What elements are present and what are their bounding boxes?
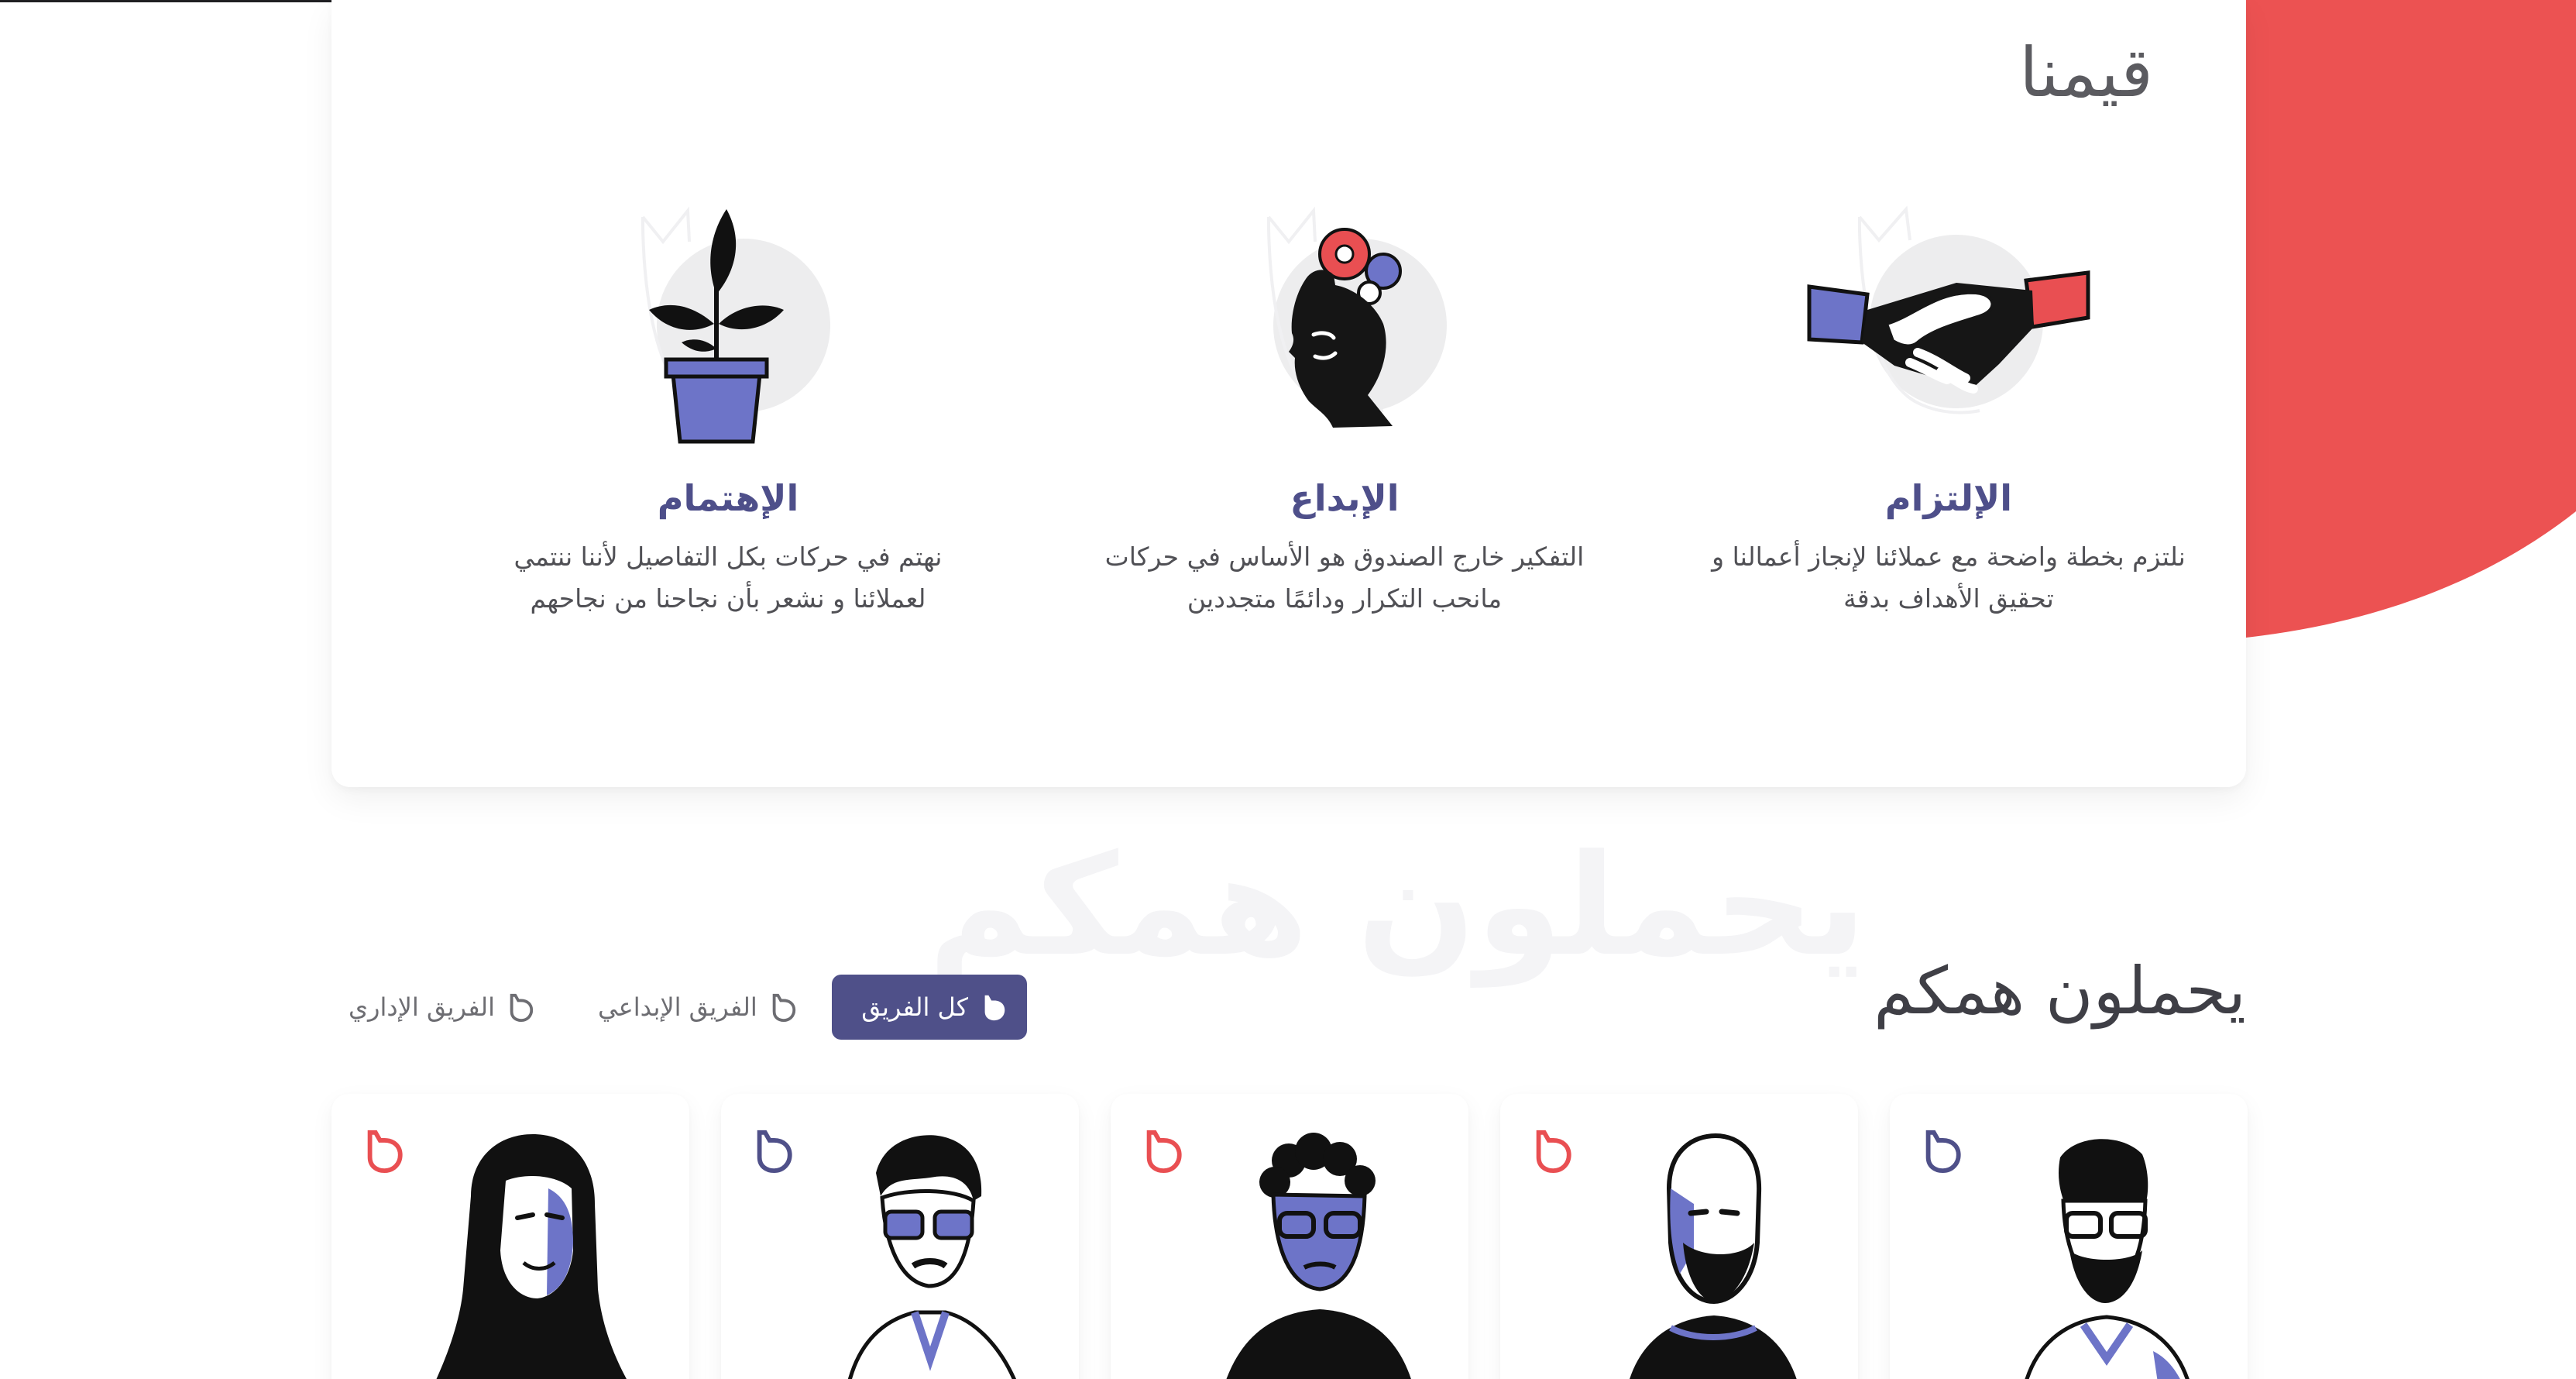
value-description-line: لعملائنا و نشعر بأن نجاحنا من نجاحهم xyxy=(530,583,926,614)
man-glasses-beard-portrait xyxy=(2025,1139,2190,1379)
filter-label: الفريق الإبداعي xyxy=(598,992,757,1022)
value-heading-care: الإهتمام xyxy=(657,477,799,519)
values-title: قيمنا xyxy=(2019,33,2153,112)
woman-hijab-portrait xyxy=(436,1134,627,1379)
about-page: قيمنا الإلتزام نلتزم بخطة واضحة مع عملائ… xyxy=(0,0,2576,1379)
filter-creative-team[interactable]: الفريق الإبداعي xyxy=(598,975,799,1040)
brand-mark-icon xyxy=(367,1130,403,1174)
team-member-card[interactable] xyxy=(1111,1094,1468,1379)
team-member-card[interactable] xyxy=(1890,1094,2248,1379)
filter-all-team[interactable]: كل الفريق xyxy=(832,975,1027,1040)
brand-mark-icon xyxy=(1536,1130,1571,1174)
filter-admin-team[interactable]: الفريق الإداري xyxy=(349,975,550,1040)
plant-pot-icon xyxy=(581,194,875,457)
values-card: قيمنا الإلتزام نلتزم بخطة واضحة مع عملائ… xyxy=(331,0,2246,787)
team-member-card[interactable] xyxy=(721,1094,1079,1379)
filter-label: الفريق الإداري xyxy=(349,992,496,1022)
brand-mark-icon xyxy=(757,1130,792,1174)
value-heading-commitment: الإلتزام xyxy=(1884,477,2013,519)
value-description-care: نهتم في حركات بكل التفاصيل لأننا ننتمي ل… xyxy=(449,536,1007,620)
brand-mark-icon xyxy=(1146,1130,1182,1174)
team-title-watermark: يحملون همكم xyxy=(928,825,1867,987)
team-member-card[interactable] xyxy=(331,1094,689,1379)
creative-head-icon xyxy=(1197,194,1492,457)
brand-mark-icon xyxy=(510,993,534,1022)
filter-label: كل الفريق xyxy=(861,992,968,1022)
value-description-creativity: التفكير خارج الصندوق هو الأساس في حركات … xyxy=(1066,536,1623,620)
brand-mark-icon xyxy=(1925,1130,1961,1174)
team-member-card[interactable] xyxy=(1500,1094,1858,1379)
team-title: يحملون همكم xyxy=(1874,953,2246,1029)
man-glasses-portrait xyxy=(847,1135,1016,1379)
value-description-line: نهتم في حركات بكل التفاصيل لأننا ننتمي xyxy=(513,542,943,572)
value-description-line: تحقيق الأهداف بدقة xyxy=(1843,583,2054,614)
value-commitment: الإلتزام نلتزم بخطة واضحة مع عملائنا لإن… xyxy=(1670,194,2227,620)
decorative-red-shape xyxy=(2231,0,2576,639)
brand-mark-icon xyxy=(984,995,1005,1021)
curly-hair-man-portrait xyxy=(1226,1133,1411,1379)
bald-man-portrait xyxy=(1630,1133,1797,1379)
value-care: الإهتمام نهتم في حركات بكل التفاصيل لأنن… xyxy=(449,194,1007,620)
brand-mark-icon xyxy=(772,993,795,1022)
value-heading-creativity: الإبداع xyxy=(1290,477,1400,519)
value-description-commitment: نلتزم بخطة واضحة مع عملائنا لإنجاز أعمال… xyxy=(1670,536,2227,620)
value-description-line: نلتزم بخطة واضحة مع عملائنا لإنجاز أعمال… xyxy=(1712,542,2186,572)
value-creativity: الإبداع التفكير خارج الصندوق هو الأساس ف… xyxy=(1066,194,1623,620)
value-description-line: مانحب التكرار ودائمًا متجددين xyxy=(1187,583,1503,614)
value-description-line: التفكير خارج الصندوق هو الأساس في حركات xyxy=(1104,542,1585,572)
handshake-icon xyxy=(1801,194,2096,457)
